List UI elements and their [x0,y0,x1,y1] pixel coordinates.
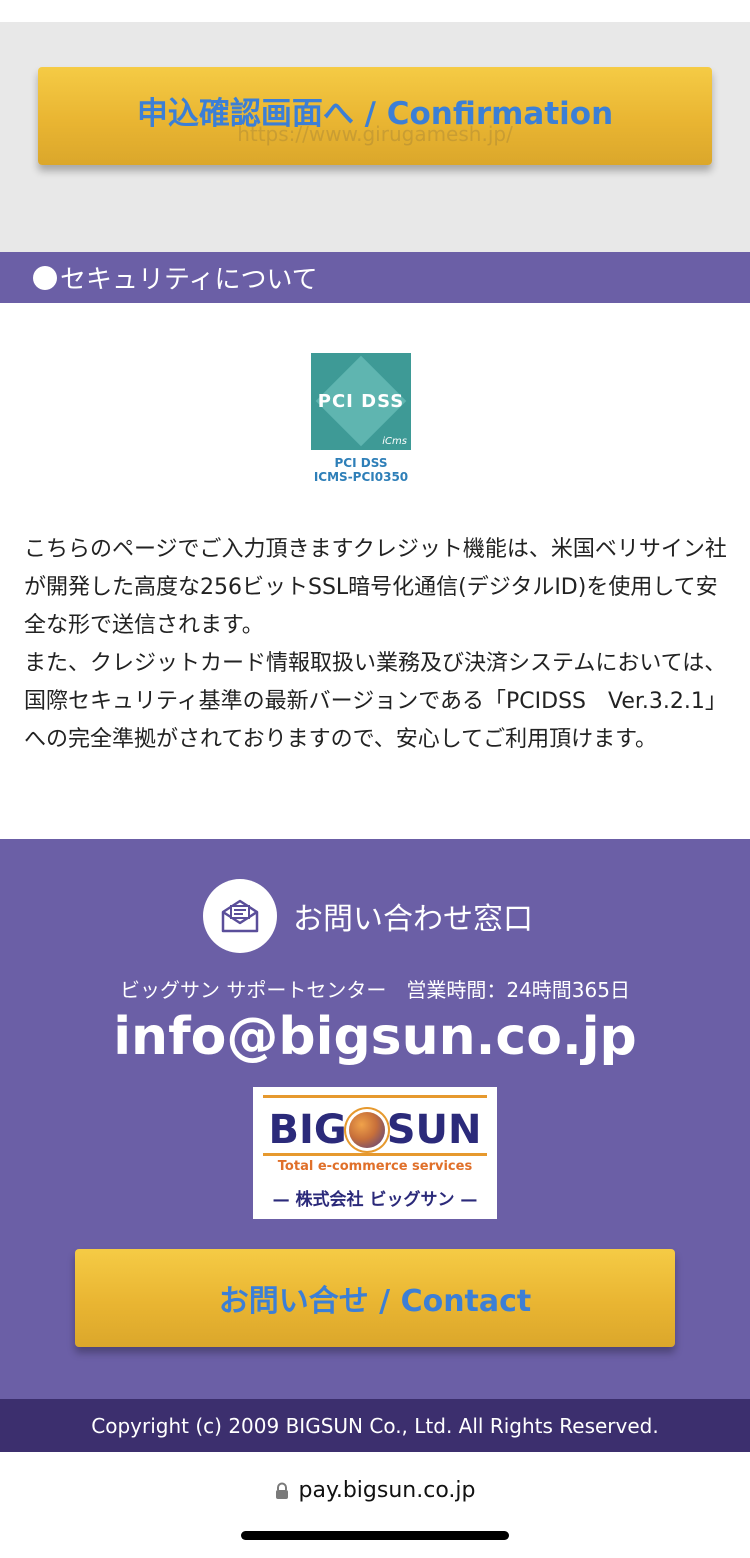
pci-dss-logo: PCI DSS iCms [311,353,411,450]
logo-tagline: Total e-commerce services [277,1159,473,1174]
browser-url-bar[interactable]: pay.bigsun.co.jp [0,1452,750,1558]
support-hours: ビッグサン サポートセンター 営業時間：24時間365日 [120,978,630,1002]
url-text: pay.bigsun.co.jp [298,1478,476,1503]
contact-section: お問い合わせ窓口 ビッグサン サポートセンター 営業時間：24時間365日 in… [0,839,750,1399]
sun-icon [348,1112,385,1148]
security-paragraph-1: こちらのページでご入力頂きますクレジット機能は、米国ベリサイン社が開発した高度な… [24,537,727,638]
logo-rule-top [263,1095,487,1098]
confirmation-button-label: 申込確認画面へ / Confirmation [136,95,614,132]
mail-icon [203,879,277,953]
pci-logo-text: PCI DSS [317,391,405,412]
pci-icms-mark: iCms [382,436,407,447]
security-heading: セキュリティについて [60,265,318,295]
pci-caption: PCI DSS ICMS-PCI0350 [311,456,411,484]
logo-corp-name: — 株式会社 ビッグサン — [272,1190,478,1210]
logo-wordmark: BIG SUN [263,1107,487,1153]
url-display[interactable]: pay.bigsun.co.jp [0,1478,750,1503]
pci-caption-line2: ICMS-PCI0350 [313,470,409,484]
home-indicator[interactable] [241,1531,509,1540]
pci-caption-line1: PCI DSS [334,456,388,470]
security-paragraph-2: また、クレジットカード情報取扱い業務及び決済システムにおいては、国際セキュリティ… [24,651,727,752]
security-description: こちらのページでご入力頂きますクレジット機能は、米国ベリサイン社が開発した高度な… [24,531,728,759]
contact-title: お問い合わせ窓口 [293,902,533,937]
contact-header: お問い合わせ窓口 [203,879,533,953]
security-heading-bar: セキュリティについて [0,252,750,303]
pci-dss-badge: PCI DSS iCms PCI DSS ICMS-PCI0350 [311,353,411,485]
logo-rule-middle [263,1153,487,1156]
copyright-text: Copyright (c) 2009 BIGSUN Co., Ltd. All … [91,1413,659,1438]
contact-email[interactable]: info@bigsun.co.jp [0,1007,750,1067]
confirm-area: https://www.girugamesh.jp/ 申込確認画面へ / Con… [0,22,750,252]
top-strip [0,0,750,22]
footer: Copyright (c) 2009 BIGSUN Co., Ltd. All … [0,1399,750,1452]
bullet-dot-icon [33,265,57,290]
logo-word-sun: SUN [386,1107,482,1153]
bigsun-logo: BIG SUN Total e-commerce services — 株式会社… [253,1087,497,1219]
logo-word-big: BIG [268,1107,347,1153]
contact-button[interactable]: お問い合せ / Contact [75,1249,675,1347]
lock-icon [275,1482,288,1499]
confirmation-button[interactable]: https://www.girugamesh.jp/ 申込確認画面へ / Con… [38,67,712,165]
contact-button-label: お問い合せ / Contact [218,1284,532,1319]
